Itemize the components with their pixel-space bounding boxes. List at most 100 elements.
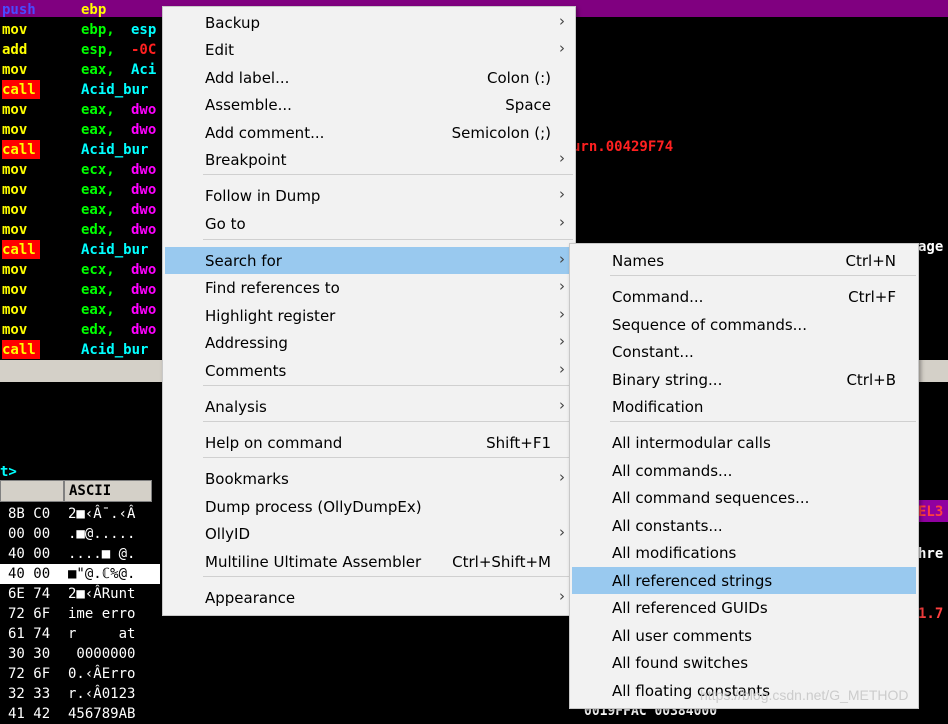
operand: esp, [81, 42, 115, 58]
menu-item-analysis[interactable]: Analysis › [165, 393, 573, 420]
submenu-item-names[interactable]: Names Ctrl+N [572, 247, 916, 274]
ascii-text: ime erro [68, 606, 136, 622]
menu-separator [203, 174, 573, 175]
operand-2: -0C [131, 42, 157, 58]
submenu-item-all-modifications[interactable]: All modifications [572, 539, 916, 566]
menu-item-label: Add label... [205, 69, 290, 87]
submenu-item-sequence-of-commands[interactable]: Sequence of commands... [572, 311, 916, 338]
mnemonic: mov [2, 182, 28, 198]
chevron-right-icon: › [559, 332, 565, 350]
dump-row[interactable]: 30 30 0000000 [0, 644, 160, 664]
dump-row[interactable]: 72 6F 0.‹ÂErro [0, 664, 160, 684]
menu-separator [610, 275, 916, 276]
ascii-text: .■@..... [68, 526, 136, 542]
menu-item-breakpoint[interactable]: Breakpoint › [165, 146, 573, 173]
submenu-item-all-referenced-strings[interactable]: All referenced strings [572, 567, 916, 594]
submenu-item-all-found-switches[interactable]: All found switches [572, 649, 916, 676]
dump-row[interactable]: 40 00 ....■ @. [0, 544, 160, 564]
stack-text-1: EL3 [918, 504, 944, 520]
submenu-item-all-user-comments[interactable]: All user comments [572, 622, 916, 649]
dump-row[interactable]: 32 33 r.‹Â0123 [0, 684, 160, 704]
operand: edx, [81, 222, 115, 238]
mnemonic: push [2, 2, 36, 18]
dump-row[interactable]: 6E 74 2■‹ÂRunt [0, 584, 160, 604]
menu-item-add-comment[interactable]: Add comment... Semicolon (;) [165, 119, 573, 146]
menu-item-label: Edit [205, 41, 235, 59]
menu-item-label: Highlight register [205, 307, 336, 325]
ascii-column-header: ASCII [64, 480, 152, 502]
operand: eax, [81, 282, 115, 298]
dump-row[interactable]: 00 00 .■@..... [0, 524, 160, 544]
hex-bytes: 40 00 [8, 566, 51, 582]
ascii-text: 0000000 [68, 646, 136, 662]
operand-2: esp [131, 22, 157, 38]
hex-bytes: 30 30 [8, 646, 51, 662]
ascii-text: r at [68, 626, 136, 642]
menu-item-dump-process-ollydumpex[interactable]: Dump process (OllyDumpEx) [165, 493, 573, 520]
submenu-item-all-constants[interactable]: All constants... [572, 512, 916, 539]
submenu-item-all-commands[interactable]: All commands... [572, 457, 916, 484]
menu-item-label: All referenced GUIDs [612, 599, 768, 617]
menu-item-assemble[interactable]: Assemble... Space [165, 91, 573, 118]
menu-item-label: All referenced strings [612, 572, 773, 590]
operand: eax, [81, 182, 115, 198]
chevron-right-icon: › [559, 213, 565, 231]
dump-row[interactable]: 8B C0 2■‹Â¯.‹Â [0, 504, 160, 524]
submenu-item-all-referenced-guids[interactable]: All referenced GUIDs [572, 594, 916, 621]
mnemonic: call [2, 80, 40, 99]
menu-item-label: All commands... [612, 462, 733, 480]
chevron-right-icon: › [559, 305, 565, 323]
dump-pane[interactable]: ASCII 8B C0 2■‹Â¯.‹Â 00 00 .■@..... 40 00...… [0, 480, 160, 722]
menu-item-help-on-command[interactable]: Help on command Shift+F1 [165, 429, 573, 456]
menu-item-find-references-to[interactable]: Find references to › [165, 274, 573, 301]
menu-item-label: Breakpoint [205, 151, 287, 169]
mnemonic: mov [2, 122, 28, 138]
menu-item-multiline-ultimate-assembler[interactable]: Multiline Ultimate Assembler Ctrl+Shift+M [165, 548, 573, 575]
dump-row[interactable]: 40 00 ■"@.ℂ%@. [0, 564, 160, 584]
menu-item-addressing[interactable]: Addressing › [165, 329, 573, 356]
menu-item-ollyid[interactable]: OllyID › [165, 520, 573, 547]
operand: Acid_bur [81, 342, 149, 358]
mnemonic: mov [2, 62, 28, 78]
hex-bytes: 8B C0 [8, 506, 51, 522]
menu-item-label: Dump process (OllyDumpEx) [205, 498, 422, 516]
menu-item-backup[interactable]: Backup › [165, 9, 573, 36]
operand: eax, [81, 62, 115, 78]
menu-item-add-label[interactable]: Add label... Colon (:) [165, 64, 573, 91]
submenu-item-binary-string[interactable]: Binary string... Ctrl+B [572, 366, 916, 393]
command-prompt: t> [0, 464, 17, 480]
submenu-item-constant[interactable]: Constant... [572, 338, 916, 365]
operand-2: dwo [131, 202, 157, 218]
menu-item-label: All found switches [612, 654, 749, 672]
dump-row[interactable]: 61 74 r at [0, 624, 160, 644]
chevron-right-icon: › [559, 277, 565, 295]
stack-text-3: 1.7 [918, 606, 944, 622]
submenu-item-all-command-sequences[interactable]: All command sequences... [572, 484, 916, 511]
menu-item-go-to[interactable]: Go to › [165, 210, 573, 237]
menu-item-label: Follow in Dump [205, 187, 321, 205]
menu-item-edit[interactable]: Edit › [165, 36, 573, 63]
dump-row[interactable]: 41 42 456789AB [0, 704, 160, 724]
menu-item-label: Appearance [205, 589, 296, 607]
menu-item-bookmarks[interactable]: Bookmarks › [165, 465, 573, 492]
submenu-item-modification[interactable]: Modification [572, 393, 916, 420]
search-for-submenu: Names Ctrl+N Command... Ctrl+F Sequence of c… [569, 243, 919, 709]
menu-item-search-for[interactable]: Search for › [165, 247, 573, 274]
operand: ecx, [81, 262, 115, 278]
menu-item-label: Add comment... [205, 124, 325, 142]
submenu-item-all-intermodular-calls[interactable]: All intermodular calls [572, 429, 916, 456]
hex-bytes: 40 00 [8, 546, 51, 562]
submenu-item-command[interactable]: Command... Ctrl+F [572, 283, 916, 310]
menu-item-comments[interactable]: Comments › [165, 357, 573, 384]
menu-item-follow-in-dump[interactable]: Follow in Dump › [165, 182, 573, 209]
menu-item-label: Comments [205, 362, 287, 380]
menu-item-label: Addressing [205, 334, 288, 352]
menu-item-shortcut: Ctrl+B [846, 371, 896, 389]
operand-2: dwo [131, 182, 157, 198]
menu-separator [203, 385, 573, 386]
hex-column-header [0, 480, 64, 502]
menu-item-highlight-register[interactable]: Highlight register › [165, 302, 573, 329]
operand-2: dwo [131, 322, 157, 338]
menu-item-appearance[interactable]: Appearance › [165, 584, 573, 611]
dump-row[interactable]: 72 6F ime erro [0, 604, 160, 624]
